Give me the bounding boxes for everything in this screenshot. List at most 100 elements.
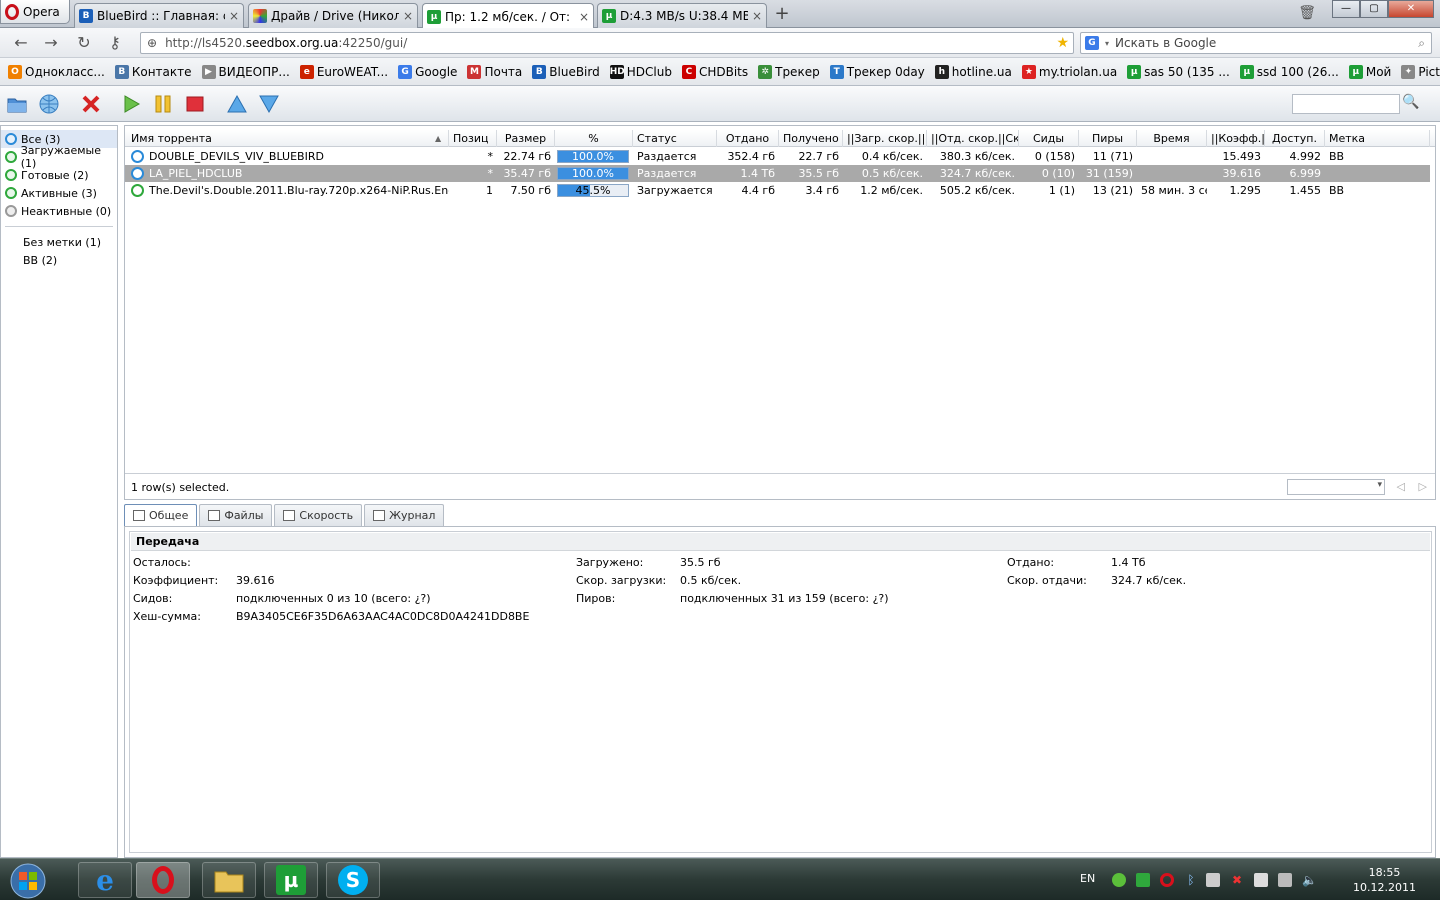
windows-start-button-icon[interactable] (2, 861, 54, 901)
language-indicator[interactable]: EN (1080, 872, 1095, 885)
bluetooth-icon[interactable]: ᛒ (1184, 873, 1198, 887)
close-tab-icon[interactable]: × (752, 9, 762, 23)
detail-tab[interactable]: Файлы (199, 504, 273, 526)
cell-status: Загружается (637, 184, 713, 197)
bookmark-item[interactable]: ✲ Трекер (758, 64, 820, 79)
utorrent-taskbar-icon[interactable]: µ (264, 862, 318, 898)
pause-icon[interactable] (152, 93, 174, 115)
stop-icon[interactable] (184, 93, 206, 115)
tab-bluebird[interactable]: B BlueBird :: Главная: ск... × (74, 3, 244, 28)
bookmark-item[interactable]: h hotline.ua (934, 64, 1012, 79)
detail-tab[interactable]: Скорость (274, 504, 363, 526)
column-header[interactable]: Время (1137, 130, 1207, 147)
table-row[interactable]: DOUBLE_DEVILS_VIV_BLUEBIRD * 22.74 гб 100.0… (125, 148, 1430, 165)
new-tab-button[interactable]: + (770, 4, 794, 24)
prev-page-icon[interactable]: ◁ (1397, 480, 1405, 493)
search-icon[interactable]: ⌕ (1418, 36, 1425, 51)
table-row[interactable]: The.Devil's.Double.2011.Blu-ray.720p.x26… (125, 182, 1430, 199)
bookmark-favicon-icon: C (681, 64, 696, 79)
trash-icon[interactable]: 🗑 (1298, 5, 1316, 21)
column-header[interactable]: Пиры (1079, 130, 1137, 147)
opera-menu-button[interactable]: Opera (0, 0, 70, 24)
bookmark-item[interactable]: О Однокласс... (8, 64, 105, 79)
column-header[interactable]: Статус (633, 130, 717, 147)
bookmark-item[interactable]: µ sas 50 (135 ... (1127, 64, 1230, 79)
column-header[interactable]: Размер (497, 130, 555, 147)
bookmark-item[interactable]: ▶ ВИДЕОПР... (201, 64, 290, 79)
bookmark-item[interactable]: ★ my.triolan.ua (1021, 64, 1117, 79)
bookmark-item[interactable]: ✦PictureShack (1401, 64, 1440, 79)
maximize-button[interactable]: ▢ (1360, 0, 1388, 18)
detail-tab[interactable]: Журнал (364, 504, 445, 526)
bookmark-item[interactable]: G Google (398, 64, 457, 79)
add-url-globe-icon[interactable] (38, 93, 60, 115)
bookmark-item[interactable]: C CHDBits (681, 64, 748, 79)
column-header[interactable]: ||Коэфф.|| (1207, 130, 1265, 147)
bookmark-item[interactable]: B BlueBird (532, 64, 600, 79)
bookmark-item[interactable]: e EuroWEAT... (299, 64, 388, 79)
back-arrow-icon[interactable]: ← (10, 33, 32, 53)
next-page-icon[interactable]: ▷ (1419, 480, 1427, 493)
skype-taskbar-icon[interactable]: S (326, 862, 380, 898)
bookmark-item[interactable]: M Почта (467, 64, 522, 79)
move-down-triangle-icon[interactable] (258, 93, 280, 115)
tab-drive[interactable]: Драйв / Drive (Никола... × (248, 3, 418, 28)
dropdown-arrow-icon[interactable]: ▾ (1105, 39, 1109, 48)
tab-utorrent-active[interactable]: µ Пр: 1.2 мб/сек. / От: 1.... × (422, 3, 594, 29)
column-header[interactable]: Получено (779, 130, 843, 147)
close-tab-icon[interactable]: × (229, 9, 239, 23)
opera-taskbar-icon[interactable] (136, 862, 190, 898)
column-header[interactable]: Позиц (449, 130, 497, 147)
magnifier-icon[interactable]: 🔍 (1400, 94, 1422, 114)
sidebar-label-filter[interactable]: Без метки (1) (1, 233, 117, 251)
file-explorer-taskbar-icon[interactable] (202, 862, 256, 898)
tab-utorrent-2[interactable]: µ D:4.3 MB/s U:38.4 MB/s... × (597, 3, 767, 28)
column-header[interactable]: Отдано (717, 130, 779, 147)
volume-icon[interactable]: 🔈 (1302, 873, 1317, 887)
bookmark-item[interactable]: HD HDClub (609, 64, 672, 79)
clock[interactable]: 18:55 10.12.2011 (1353, 865, 1416, 895)
column-header[interactable]: Доступ. (1265, 130, 1325, 147)
search-field[interactable]: G ▾ Искать в Google ⌕ (1080, 32, 1432, 54)
tray-battery-icon[interactable] (1278, 873, 1292, 887)
page-select[interactable]: ▾ (1287, 479, 1385, 495)
add-torrent-folder-icon[interactable] (6, 93, 28, 115)
column-header[interactable]: ||Отд. скор.||Ско (927, 130, 1019, 147)
close-tab-icon[interactable]: × (579, 10, 589, 24)
torrent-search-input[interactable] (1292, 94, 1400, 114)
start-play-icon[interactable] (120, 93, 142, 115)
internet-explorer-taskbar-icon[interactable]: e (78, 862, 132, 898)
column-header[interactable]: Метка (1325, 130, 1430, 147)
close-tab-icon[interactable]: × (403, 9, 413, 23)
sidebar-category[interactable]: Загружаемые (1) (1, 144, 117, 170)
column-header[interactable]: Имя торрента (127, 130, 449, 147)
column-header[interactable]: Сиды (1019, 130, 1079, 147)
table-row[interactable]: LA_PIEL_HDCLUB * 35.47 гб 100.0% Раздается 1.… (125, 165, 1430, 182)
reload-icon[interactable]: ↻ (73, 33, 95, 53)
tray-check-icon[interactable] (1136, 873, 1150, 887)
sidebar-category[interactable]: Активные (3) (1, 184, 117, 202)
close-window-button[interactable]: ✕ (1388, 0, 1434, 18)
tray-green-icon[interactable] (1112, 873, 1126, 887)
bookmark-item[interactable]: В Контакте (114, 64, 192, 79)
bookmark-item[interactable]: µ Мой (1348, 64, 1391, 79)
address-bar[interactable]: ⊕ http://ls4520.seedbox.org.ua:42250/gui… (140, 32, 1074, 54)
forward-arrow-icon[interactable]: → (40, 33, 62, 53)
minimize-button[interactable]: — (1332, 0, 1360, 18)
tray-opera-icon[interactable] (1160, 873, 1174, 887)
bookmark-item[interactable]: µ ssd 100 (26... (1239, 64, 1339, 79)
column-header[interactable]: % (555, 130, 633, 147)
sidebar-label-filter[interactable]: BB (2) (1, 251, 117, 269)
tray-network-error-icon[interactable]: ✖ (1230, 873, 1244, 887)
bookmark-star-icon[interactable]: ★ (1056, 35, 1069, 51)
bookmark-item[interactable]: T Трекер 0day (829, 64, 925, 79)
sidebar-category[interactable]: Неактивные (0) (1, 202, 117, 220)
tray-device-icon[interactable] (1206, 873, 1220, 887)
tray-flag-icon[interactable] (1254, 873, 1268, 887)
detail-tab[interactable]: Общее (124, 504, 198, 526)
column-header[interactable]: ||Загр. скор.|| (843, 130, 927, 147)
move-up-triangle-icon[interactable] (226, 93, 248, 115)
colorful-favicon-icon (253, 9, 267, 23)
key-icon[interactable]: ⚷ (104, 33, 126, 53)
remove-x-icon[interactable] (80, 93, 102, 115)
